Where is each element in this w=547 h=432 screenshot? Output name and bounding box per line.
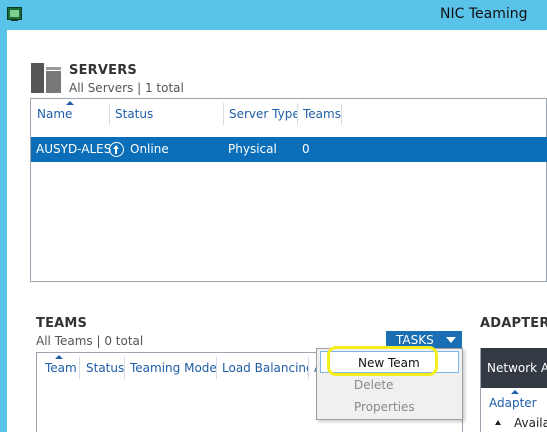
server-type: Physical [228, 142, 277, 156]
column-header-adapter[interactable]: Adapter [483, 388, 537, 418]
server-status: Online [130, 142, 169, 156]
online-status-icon [109, 142, 124, 157]
adapters-title: ADAPTERS [480, 316, 547, 331]
table-row[interactable]: AUSYD-ALES Online Physical 0 [31, 137, 547, 162]
servers-subtitle: All Servers | 1 total [69, 81, 184, 95]
annotation-highlight [327, 346, 438, 376]
teams-title: TEAMS [36, 316, 88, 331]
tasks-label: TASKS [396, 333, 434, 347]
chevron-down-icon [446, 337, 456, 343]
column-header-status[interactable]: Status [109, 99, 223, 129]
nic-teaming-app-icon[interactable] [7, 7, 22, 21]
adapters-panel: Network Ad Adapter Availa [480, 348, 547, 432]
column-header-name[interactable]: Name [31, 99, 109, 129]
window-title: NIC Teaming [440, 6, 528, 22]
servers-icon [31, 63, 61, 93]
server-teams: 0 [302, 142, 310, 156]
adapters-tab-header[interactable]: Network Ad [481, 348, 547, 388]
menu-item-delete[interactable]: Delete [317, 374, 462, 396]
column-header-team[interactable]: Team [39, 353, 79, 383]
column-header-load-balancing[interactable]: Load Balancing [216, 353, 308, 383]
collapse-triangle-icon[interactable] [495, 420, 501, 425]
server-name: AUSYD-ALES [36, 142, 112, 156]
servers-title: SERVERS [69, 63, 137, 78]
adapter-group-label: Availa [514, 416, 547, 430]
column-header-teams[interactable]: Teams [297, 99, 357, 129]
title-bar: NIC Teaming [0, 0, 547, 30]
column-header-teaming-mode[interactable]: Teaming Mode [124, 353, 216, 383]
menu-item-properties[interactable]: Properties [317, 396, 462, 418]
teams-subtitle: All Teams | 0 total [36, 334, 144, 348]
servers-table: Name Status Server Type Teams AUSYD-ALES… [30, 98, 547, 282]
column-header-server-type[interactable]: Server Type [223, 99, 297, 129]
column-header-status[interactable]: Status [80, 353, 124, 383]
